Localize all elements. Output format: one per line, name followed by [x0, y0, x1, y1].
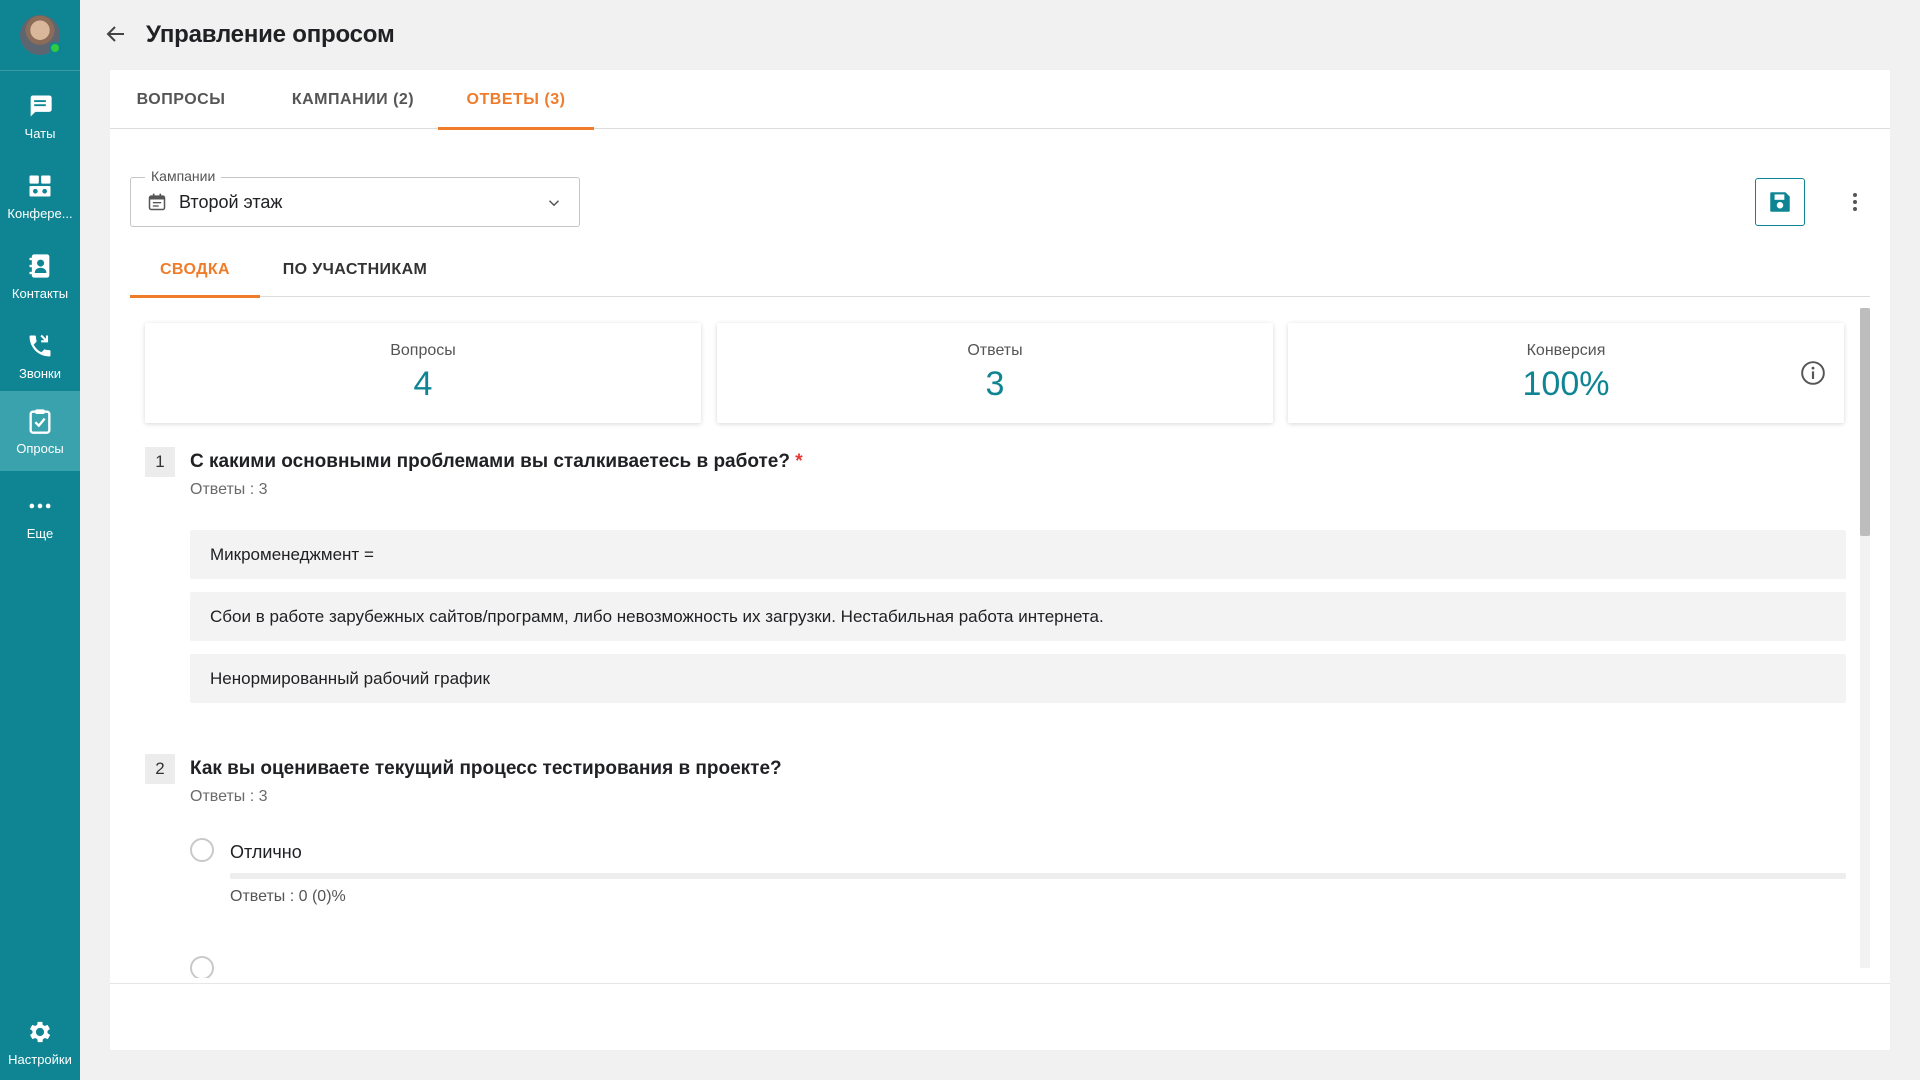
- campaign-select-label: Кампании: [145, 168, 222, 184]
- page-title: Управление опросом: [146, 21, 395, 48]
- option-label: Отлично: [230, 842, 302, 862]
- sub-tabs: СВОДКА ПО УЧАСТНИКАМ: [130, 243, 1870, 298]
- sidebar-item-calls[interactable]: Звонки: [0, 316, 80, 396]
- option-radio: [190, 838, 214, 862]
- scrollbar[interactable]: [1860, 308, 1870, 968]
- sidebar-item-contacts[interactable]: Контакты: [0, 236, 80, 316]
- summary-content: Вопросы 4 Ответы 3 Конверсия 100% 1 С ка…: [110, 298, 1880, 978]
- chat-icon: [30, 95, 52, 116]
- sidebar-item-label: Звонки: [19, 365, 61, 381]
- question-answer-count: Ответы : 3: [190, 788, 268, 805]
- stat-value: 3: [985, 365, 1005, 403]
- option-progress-bar: [230, 873, 1846, 879]
- sidebar-item-more[interactable]: Еще: [0, 476, 80, 556]
- tab-answers[interactable]: ОТВЕТЫ (3): [438, 70, 594, 130]
- contacts-icon: [29, 253, 50, 278]
- campaign-select-value: Второй этаж: [179, 192, 283, 212]
- top-tabs: ВОПРОСЫ КАМПАНИИ (2) ОТВЕТЫ (3): [110, 70, 1890, 130]
- question-number: 2: [145, 754, 175, 784]
- save-icon: [1770, 192, 1790, 212]
- sidebar-item-label: Чаты: [24, 125, 56, 141]
- sidebar-item-label: Еще: [26, 525, 54, 541]
- surveys-icon: [29, 408, 51, 434]
- sidebar-item-surveys[interactable]: Опросы: [0, 391, 80, 471]
- sidebar-item-chats[interactable]: Чаты: [0, 76, 80, 156]
- stat-label: Ответы: [967, 342, 1023, 359]
- subtab-summary[interactable]: СВОДКА: [130, 243, 260, 298]
- answer-item: Микроменеджмент =: [190, 530, 1846, 579]
- stat-card-conversion: Конверсия 100%: [1288, 323, 1844, 423]
- calls-icon: [29, 334, 51, 356]
- user-avatar[interactable]: [20, 15, 61, 55]
- sidebar-divider: [0, 70, 80, 71]
- tab-questions[interactable]: ВОПРОСЫ: [110, 70, 252, 129]
- save-button[interactable]: [1755, 178, 1805, 226]
- required-mark: *: [795, 451, 803, 472]
- more-vertical-icon: [1853, 193, 1857, 211]
- chevron-down-icon: [548, 200, 560, 207]
- stat-value: 100%: [1522, 365, 1610, 403]
- calendar-icon: [148, 193, 166, 211]
- campaign-select[interactable]: Кампании Второй этаж: [130, 168, 580, 227]
- tab-campaigns[interactable]: КАМПАНИИ (2): [252, 70, 454, 129]
- stat-value: 4: [413, 365, 433, 403]
- sidebar-item-conference[interactable]: Конфере...: [0, 156, 80, 236]
- sidebar-item-label: Опросы: [16, 440, 64, 456]
- arrow-left-icon: [106, 26, 124, 42]
- answer-item: Сбои в работе зарубежных сайтов/программ…: [190, 592, 1846, 641]
- online-status-dot: [49, 42, 61, 54]
- sidebar: Чаты Конфере... Контакты Звонки Опросы Е…: [0, 0, 80, 1080]
- stat-card-answers: Ответы 3: [717, 323, 1273, 423]
- question-title: С какими основными проблемами вы сталкив…: [190, 451, 803, 473]
- stat-card-questions: Вопросы 4: [145, 323, 701, 423]
- conference-icon: [29, 175, 51, 196]
- answer-item: Ненормированный рабочий график: [190, 654, 1846, 703]
- question-title: Как вы оцениваете текущий процесс тестир…: [190, 758, 782, 779]
- stat-label: Вопросы: [390, 342, 456, 359]
- question-answer-count: Ответы : 3: [190, 481, 268, 498]
- sidebar-item-label: Контакты: [11, 285, 69, 301]
- sidebar-item-settings[interactable]: Настройки: [0, 1004, 80, 1080]
- question-number: 1: [145, 447, 175, 477]
- card-divider: [110, 983, 1890, 984]
- option-answer-count: Ответы : 0 (0)%: [230, 888, 346, 905]
- info-icon[interactable]: [1800, 360, 1826, 386]
- back-button[interactable]: [100, 18, 132, 50]
- sidebar-item-label: Конфере...: [7, 205, 73, 221]
- scrollbar-thumb[interactable]: [1860, 308, 1870, 536]
- sidebar-item-label: Настройки: [8, 1051, 72, 1067]
- question-title-text: С какими основными проблемами вы сталкив…: [190, 451, 790, 472]
- gear-icon: [29, 1021, 51, 1042]
- subtab-by-participants[interactable]: ПО УЧАСТНИКАМ: [260, 243, 450, 297]
- more-dots-icon: [29, 503, 51, 508]
- stat-label: Конверсия: [1526, 342, 1606, 359]
- more-options-button[interactable]: [1835, 182, 1875, 222]
- option-radio: [190, 956, 214, 978]
- main-card: ВОПРОСЫ КАМПАНИИ (2) ОТВЕТЫ (3) Кампании…: [110, 70, 1890, 1050]
